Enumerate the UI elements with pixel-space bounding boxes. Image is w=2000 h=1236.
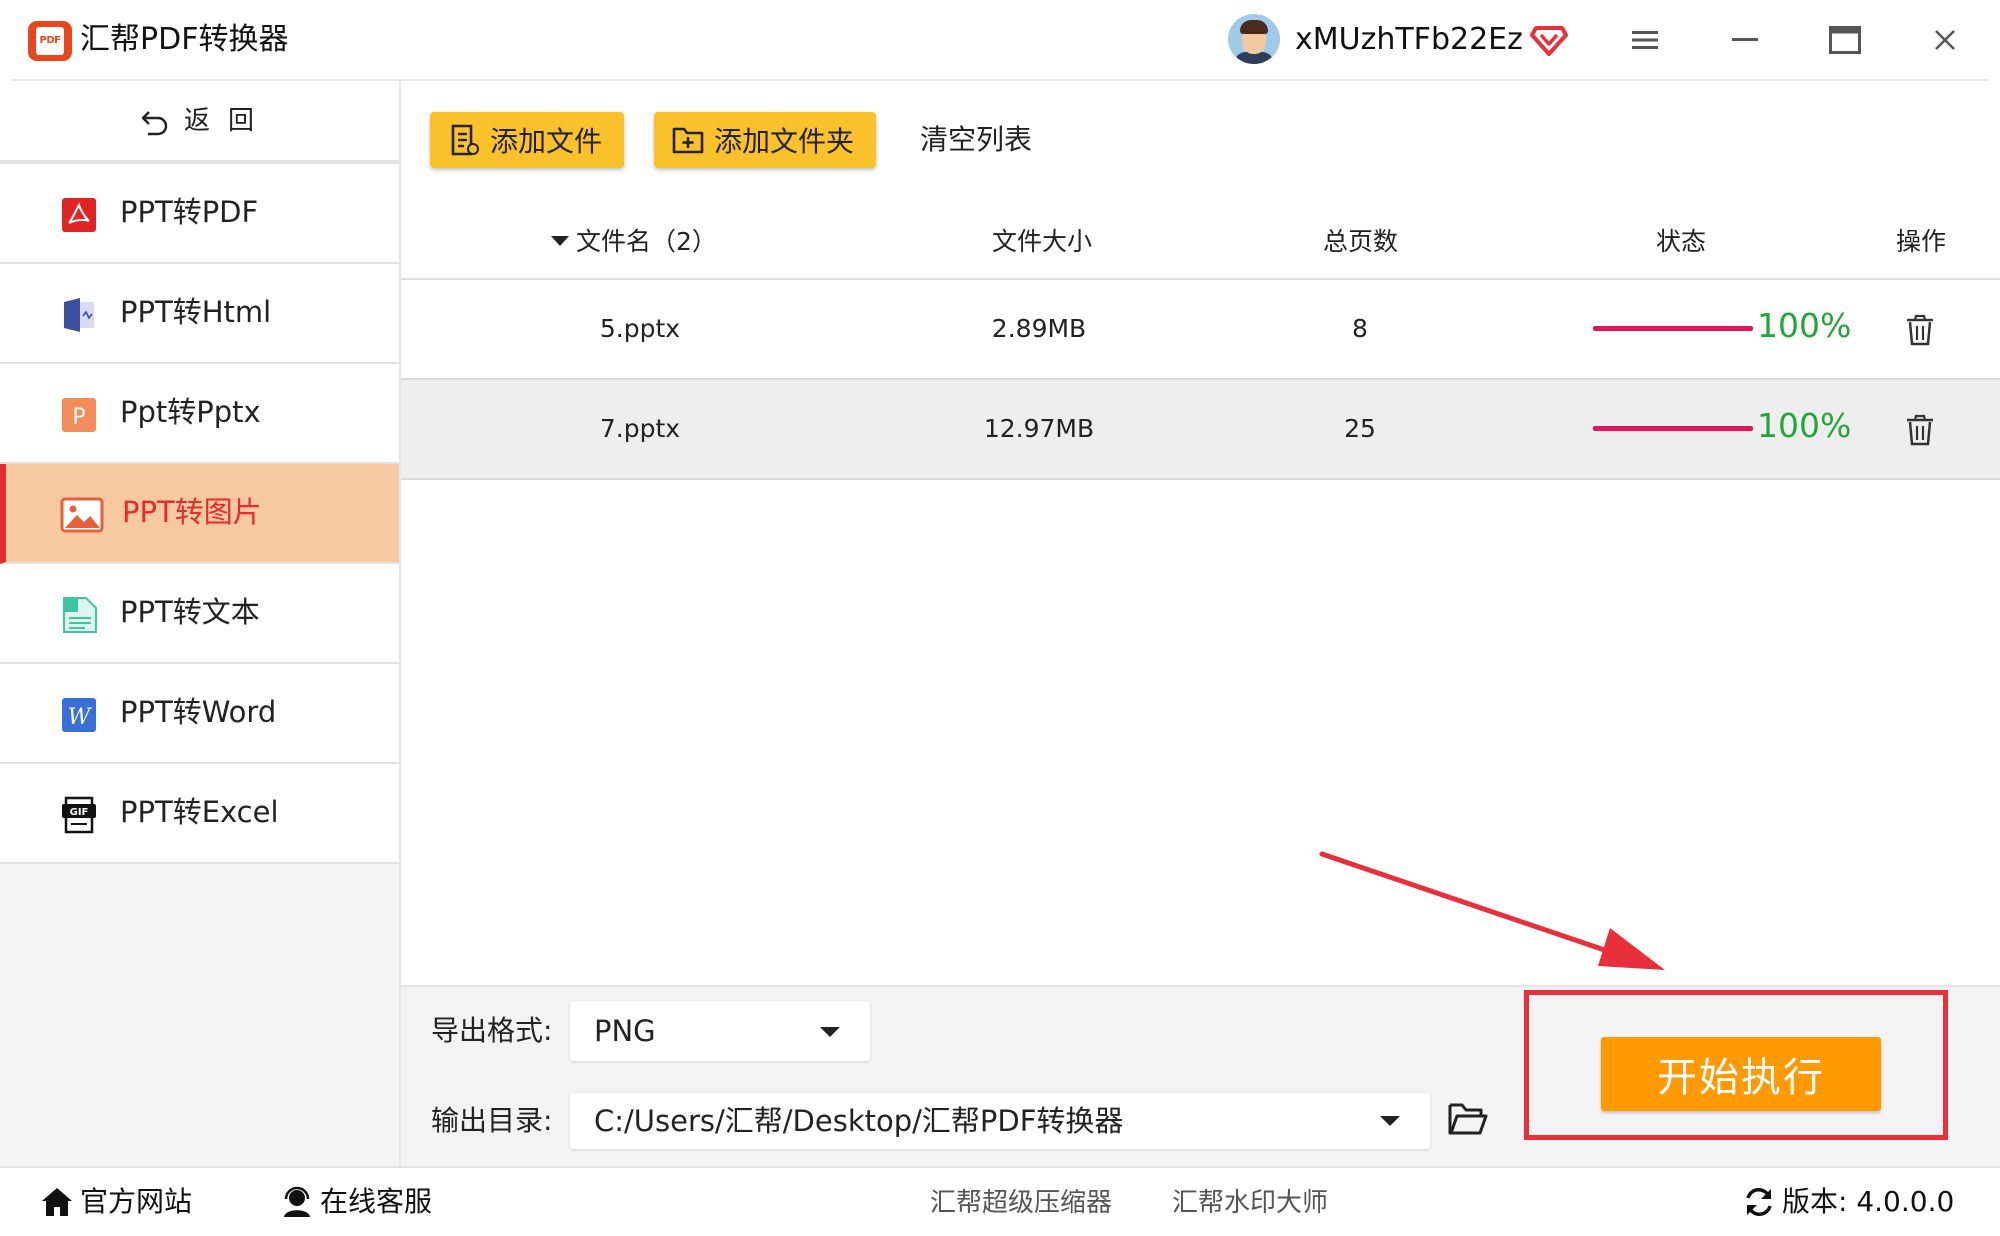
column-header-status: 状态 xyxy=(1656,227,1707,256)
vip-diamond-icon[interactable] xyxy=(1530,20,1568,58)
refresh-icon xyxy=(1746,1188,1772,1216)
file-size: 2.89MB xyxy=(991,314,1087,343)
menu-icon[interactable] xyxy=(1622,18,1668,62)
back-label: 返回 xyxy=(184,106,273,136)
watermark-link[interactable]: 汇帮水印大师 xyxy=(1172,1184,1328,1222)
chevron-down-icon xyxy=(820,1027,840,1037)
sidebar-item-ppt-to-html[interactable]: PPT转Html xyxy=(0,264,399,364)
html-icon xyxy=(64,298,94,332)
online-support-label: 在线客服 xyxy=(320,1185,433,1218)
column-header-size: 文件大小 xyxy=(992,227,1093,256)
svg-text:GIF: GIF xyxy=(70,807,89,818)
minimize-icon[interactable] xyxy=(1722,18,1768,62)
output-dir-label: 输出目录: xyxy=(431,1104,553,1137)
app-logo-icon: PDF xyxy=(28,21,72,61)
pptx-icon: P xyxy=(62,398,96,432)
title-bar: PDF 汇帮PDF转换器 xMUzhTFb22Ez xyxy=(0,0,2000,81)
page-count: 25 xyxy=(1344,414,1376,443)
back-arrow-icon xyxy=(141,111,168,136)
compressor-link[interactable]: 汇帮超级压缩器 xyxy=(930,1184,1112,1222)
sidebar: 返回 PPT转PDF PPT转Html P Ppt转Pptx PPT转图片 PP… xyxy=(0,81,401,1166)
add-folder-icon xyxy=(672,127,704,154)
add-folder-button[interactable]: 添加文件夹 xyxy=(654,112,876,168)
support-agent-icon xyxy=(284,1186,310,1217)
text-icon xyxy=(63,597,97,633)
app-title: 汇帮PDF转换器 xyxy=(80,22,289,57)
progress-bar xyxy=(1593,426,1753,431)
format-label: 导出格式: xyxy=(431,1014,553,1047)
file-name: 5.pptx xyxy=(599,314,681,343)
version-info[interactable]: 版本: 4.0.0.0 xyxy=(1742,1182,1954,1222)
sidebar-item-ppt-to-pdf[interactable]: PPT转PDF xyxy=(0,164,399,264)
column-header-action: 操作 xyxy=(1896,227,1947,256)
home-icon xyxy=(42,1188,72,1216)
maximize-icon[interactable] xyxy=(1822,18,1868,62)
chevron-down-icon xyxy=(1380,1116,1400,1126)
sort-caret-icon[interactable] xyxy=(550,235,570,247)
page-count: 8 xyxy=(1352,314,1368,343)
column-header-pages: 总页数 xyxy=(1323,227,1399,256)
trash-icon[interactable] xyxy=(1905,414,1935,446)
username[interactable]: xMUzhTFb22Ez xyxy=(1295,18,1523,62)
sidebar-item-ppt-to-image[interactable]: PPT转图片 xyxy=(0,464,399,564)
close-icon[interactable] xyxy=(1922,18,1968,62)
clear-list-button[interactable]: 清空列表 xyxy=(920,122,1032,158)
progress-text: 100% xyxy=(1757,406,1852,445)
official-website-link[interactable]: 官方网站 xyxy=(40,1182,192,1222)
trash-icon[interactable] xyxy=(1905,314,1935,346)
file-name: 7.pptx xyxy=(599,414,681,443)
progress-bar xyxy=(1593,326,1753,331)
sidebar-item-label: PPT转Excel xyxy=(120,795,279,829)
sidebar-item-label: PPT转PDF xyxy=(120,195,259,229)
sidebar-item-ppt-to-word[interactable]: W PPT转Word xyxy=(0,664,399,764)
progress-text: 100% xyxy=(1757,306,1852,345)
pdf-icon xyxy=(62,198,96,232)
start-button[interactable]: 开始执行 xyxy=(1601,1037,1881,1111)
open-folder-icon[interactable] xyxy=(1448,1101,1488,1137)
sidebar-item-ppt-to-excel[interactable]: GIF PPT转Excel xyxy=(0,764,399,864)
footer: 官方网站 在线客服 汇帮超级压缩器 汇帮水印大师 版本: 4.0.0.0 xyxy=(0,1166,2000,1236)
version-label: 版本: 4.0.0.0 xyxy=(1782,1185,1955,1218)
add-file-icon xyxy=(451,124,479,156)
svg-text:W: W xyxy=(68,705,93,730)
add-file-button[interactable]: 添加文件 xyxy=(430,112,624,168)
svg-text:P: P xyxy=(72,405,85,430)
table-row[interactable]: 7.pptx 12.97MB 25 100% xyxy=(401,380,2000,480)
table-row[interactable]: 5.pptx 2.89MB 8 100% xyxy=(401,280,2000,380)
online-support-link[interactable]: 在线客服 xyxy=(280,1182,432,1222)
file-size: 12.97MB xyxy=(983,414,1095,443)
gif-icon: GIF xyxy=(62,796,96,834)
sidebar-item-label: PPT转图片 xyxy=(122,495,262,529)
word-icon: W xyxy=(62,698,96,732)
start-button-label: 开始执行 xyxy=(1657,1055,1825,1101)
sidebar-item-ppt-to-text[interactable]: PPT转文本 xyxy=(0,564,399,664)
annotation-arrow xyxy=(1319,851,1665,970)
format-select[interactable]: PNG xyxy=(570,1001,870,1061)
sidebar-item-ppt-to-pptx[interactable]: P Ppt转Pptx xyxy=(0,364,399,464)
official-website-label: 官方网站 xyxy=(80,1185,193,1218)
back-button[interactable]: 返回 xyxy=(0,81,399,164)
sidebar-item-label: PPT转文本 xyxy=(120,595,260,629)
user-avatar[interactable] xyxy=(1228,14,1280,64)
output-dir-value: C:/Users/汇帮/Desktop/汇帮PDF转换器 xyxy=(594,1104,1124,1138)
sidebar-item-label: Ppt转Pptx xyxy=(120,395,261,429)
add-folder-label: 添加文件夹 xyxy=(714,125,855,158)
add-file-label: 添加文件 xyxy=(490,125,603,158)
sidebar-item-label: PPT转Word xyxy=(120,695,277,729)
format-value: PNG xyxy=(594,1014,656,1048)
column-header-filename[interactable]: 文件名（2） xyxy=(576,224,717,260)
output-dir-select[interactable]: C:/Users/汇帮/Desktop/汇帮PDF转换器 xyxy=(570,1093,1430,1149)
sidebar-item-label: PPT转Html xyxy=(120,295,272,329)
image-icon xyxy=(60,497,104,533)
